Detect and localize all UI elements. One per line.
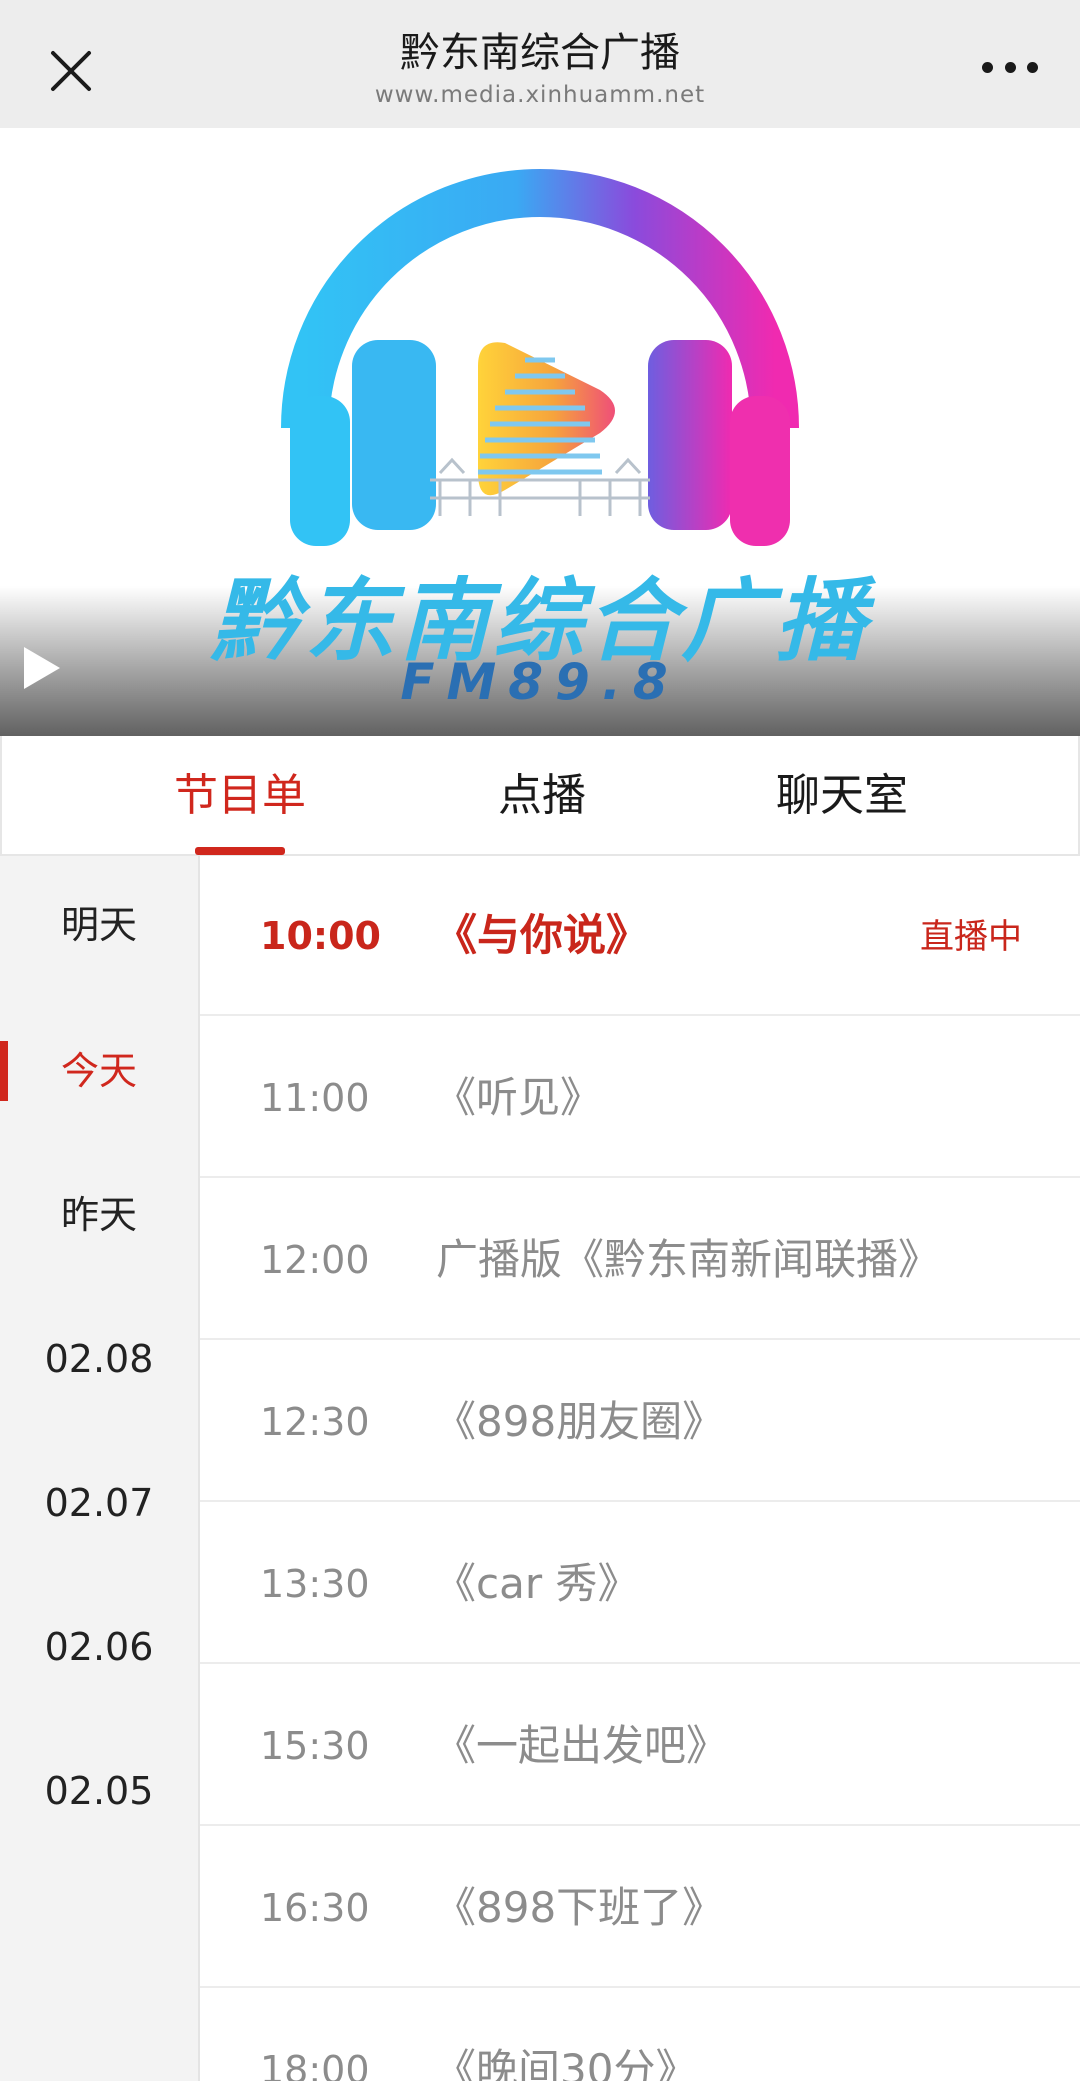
play-icon[interactable] [22, 645, 62, 691]
program-title: 广播版《黔东南新闻联播》 [436, 1235, 941, 1284]
program-time: 12:30 [260, 1400, 370, 1444]
player-banner[interactable]: 黔东南综合广播 FM89.8 [0, 128, 1080, 736]
program-time: 18:00 [260, 2048, 370, 2081]
program-title: 《与你说》 [434, 911, 649, 961]
program-row[interactable]: 12:30 《898朋友圈》 [200, 1342, 1080, 1502]
program-title: 《898下班了》 [434, 1883, 725, 1932]
program-time: 12:00 [260, 1238, 370, 1282]
day-item-0208[interactable]: 02.08 [0, 1334, 198, 1384]
program-time: 11:00 [260, 1076, 370, 1120]
tab-bar: 节目单 点播 聊天室 [0, 736, 1080, 856]
tab-schedule[interactable]: 节目单 [120, 766, 360, 826]
page-title: 黔东南综合广播 [400, 30, 680, 76]
close-icon[interactable] [40, 40, 102, 102]
program-row-live[interactable]: 10:00 《与你说》 直播中 [200, 856, 1080, 1016]
program-time: 15:30 [260, 1724, 370, 1768]
program-row[interactable]: 13:30 《car 秀》 [200, 1504, 1080, 1664]
active-tab-indicator [195, 847, 285, 855]
day-item-0205[interactable]: 02.05 [0, 1766, 198, 1816]
more-dots-icon[interactable] [982, 52, 1038, 82]
program-time: 13:30 [260, 1562, 370, 1606]
program-row[interactable]: 16:30 《898下班了》 [200, 1828, 1080, 1988]
program-schedule-list: 10:00 《与你说》 直播中 11:00 《听见》 12:00 广播版《黔东南… [200, 856, 1080, 2081]
tab-on-demand[interactable]: 点播 [422, 766, 662, 826]
program-row[interactable]: 11:00 《听见》 [200, 1018, 1080, 1178]
station-frequency: FM89.8 [400, 653, 680, 711]
program-title: 《晚间30分》 [434, 2045, 698, 2081]
live-status-badge: 直播中 [920, 917, 1022, 957]
day-item-yesterday[interactable]: 昨天 [0, 1190, 198, 1240]
page-url: www.media.xinhuamm.net [374, 82, 706, 108]
program-title: 《一起出发吧》 [434, 1721, 729, 1770]
day-item-tomorrow[interactable]: 明天 [0, 900, 198, 950]
program-row[interactable]: 18:00 《晚间30分》 [200, 1990, 1080, 2081]
program-title: 《car 秀》 [434, 1559, 640, 1608]
day-item-0207[interactable]: 02.07 [0, 1478, 198, 1528]
tab-chat-room[interactable]: 聊天室 [722, 766, 962, 826]
day-item-today[interactable]: 今天 [0, 1046, 198, 1096]
program-title: 《听见》 [434, 1073, 603, 1122]
date-sidebar: 明天 今天 昨天 02.08 02.07 02.06 02.05 [0, 856, 200, 2081]
program-row[interactable]: 12:00 广播版《黔东南新闻联播》 [200, 1180, 1080, 1340]
top-nav-bar: 黔东南综合广播 www.media.xinhuamm.net [0, 0, 1080, 128]
program-row[interactable]: 15:30 《一起出发吧》 [200, 1666, 1080, 1826]
program-title: 《898朋友圈》 [434, 1397, 725, 1446]
program-time: 16:30 [260, 1886, 370, 1930]
program-time: 10:00 [260, 914, 381, 958]
day-item-0206[interactable]: 02.06 [0, 1622, 198, 1672]
